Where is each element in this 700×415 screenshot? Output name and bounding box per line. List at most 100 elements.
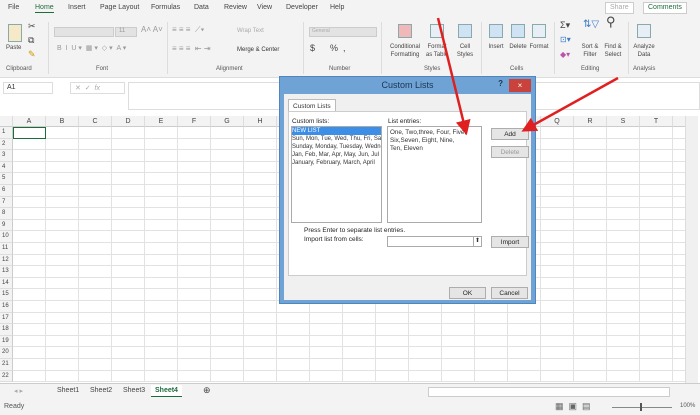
cell[interactable] [211, 243, 244, 255]
cell[interactable] [442, 370, 475, 383]
cell[interactable] [574, 301, 607, 313]
cell[interactable] [178, 277, 211, 290]
column-header[interactable]: U [673, 116, 685, 127]
cell[interactable] [46, 196, 79, 209]
cell[interactable] [46, 161, 79, 174]
cell[interactable] [79, 266, 112, 278]
tab-developer[interactable]: Developer [286, 4, 318, 11]
cell[interactable] [343, 335, 376, 348]
tab-review[interactable]: Review [224, 4, 247, 11]
row-header[interactable]: 13 [0, 266, 13, 278]
cell[interactable] [145, 243, 178, 255]
cell[interactable] [112, 161, 145, 174]
cell[interactable] [640, 289, 673, 301]
cell[interactable] [673, 243, 685, 255]
horizontal-scrollbar[interactable] [428, 387, 670, 397]
cell[interactable] [607, 289, 640, 301]
cell[interactable] [541, 370, 574, 383]
cell[interactable] [46, 243, 79, 255]
cell[interactable] [178, 231, 211, 243]
cell[interactable] [13, 243, 46, 255]
cell[interactable] [508, 335, 541, 348]
row-header[interactable]: 19 [0, 335, 13, 348]
cell[interactable] [541, 301, 574, 313]
row-header[interactable]: 10 [0, 231, 13, 243]
format-painter-icon[interactable]: ✎ [28, 50, 36, 59]
share-button[interactable]: Share [605, 2, 634, 14]
copy-icon[interactable]: ⧉ [28, 36, 34, 45]
cell[interactable] [277, 347, 310, 359]
cell[interactable] [79, 185, 112, 197]
cell[interactable] [607, 324, 640, 336]
cell[interactable] [211, 289, 244, 301]
list-item[interactable]: Jan, Feb, Mar, Apr, May, Jun, Jul [292, 151, 381, 159]
cell[interactable] [211, 359, 244, 371]
row-header[interactable]: 6 [0, 185, 13, 197]
paste-icon[interactable] [8, 24, 22, 42]
cell[interactable] [574, 359, 607, 371]
cell[interactable] [640, 370, 673, 383]
cell[interactable] [178, 335, 211, 348]
cell[interactable] [244, 324, 277, 336]
column-header[interactable]: G [211, 116, 244, 127]
cell[interactable] [79, 243, 112, 255]
cell[interactable] [13, 370, 46, 383]
cell[interactable] [607, 370, 640, 383]
collapse-dialog-icon[interactable]: ⬆ [473, 237, 481, 246]
cell[interactable] [112, 324, 145, 336]
cell[interactable] [343, 324, 376, 336]
cell[interactable] [178, 312, 211, 325]
cell[interactable] [13, 277, 46, 290]
cell[interactable] [541, 289, 574, 301]
cell[interactable] [178, 359, 211, 371]
clear-icon[interactable]: ◆▾ [560, 51, 570, 59]
cell[interactable] [607, 173, 640, 185]
cell[interactable] [112, 208, 145, 220]
cell[interactable] [442, 312, 475, 325]
cell[interactable] [442, 359, 475, 371]
custom-lists-listbox[interactable]: NEW LIST Sun, Mon, Tue, Wed, Thu, Fri, S… [291, 126, 382, 223]
cell[interactable] [112, 150, 145, 162]
cell[interactable] [46, 138, 79, 151]
cell[interactable] [244, 301, 277, 313]
cell[interactable] [145, 277, 178, 290]
row-header[interactable]: 3 [0, 150, 13, 162]
cell[interactable] [178, 185, 211, 197]
cell[interactable] [574, 370, 607, 383]
cell[interactable] [409, 347, 442, 359]
cell[interactable] [607, 150, 640, 162]
cell[interactable] [145, 219, 178, 232]
tab-view[interactable]: View [257, 4, 272, 11]
cell[interactable] [277, 312, 310, 325]
cell[interactable] [475, 335, 508, 348]
cell[interactable] [574, 127, 607, 139]
cell[interactable] [541, 208, 574, 220]
cell[interactable] [13, 266, 46, 278]
cell[interactable] [145, 347, 178, 359]
cell[interactable] [310, 347, 343, 359]
cell[interactable] [244, 370, 277, 383]
cell[interactable] [145, 127, 178, 139]
cell[interactable] [607, 196, 640, 209]
cell[interactable] [13, 185, 46, 197]
cell[interactable] [508, 324, 541, 336]
cell[interactable] [574, 335, 607, 348]
cell[interactable] [475, 370, 508, 383]
cell[interactable] [178, 196, 211, 209]
cell[interactable] [79, 219, 112, 232]
cell[interactable] [640, 150, 673, 162]
cell[interactable] [211, 347, 244, 359]
font-name-select[interactable] [54, 27, 114, 37]
cell[interactable] [79, 161, 112, 174]
cell[interactable] [640, 219, 673, 232]
cell[interactable] [13, 289, 46, 301]
cell[interactable] [46, 277, 79, 290]
cell[interactable] [145, 289, 178, 301]
cell[interactable] [541, 335, 574, 348]
column-header[interactable]: T [640, 116, 673, 127]
row-header[interactable]: 5 [0, 173, 13, 185]
cell[interactable] [46, 254, 79, 267]
cell[interactable] [574, 150, 607, 162]
row-header[interactable]: 9 [0, 219, 13, 232]
cell[interactable] [46, 359, 79, 371]
